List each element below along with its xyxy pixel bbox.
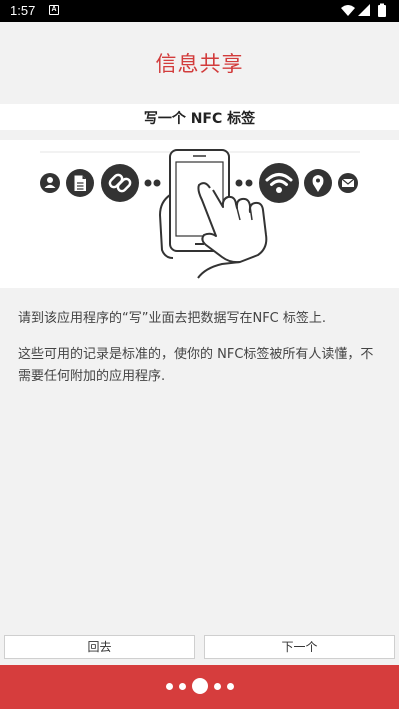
nfc-illustration	[0, 140, 399, 288]
status-bar: 1:57 A	[0, 0, 399, 22]
page-dot[interactable]	[165, 682, 173, 690]
wifi-icon	[259, 163, 299, 203]
phone-tap-icon	[158, 149, 268, 279]
page-dot[interactable]	[226, 682, 234, 690]
page-title: 信息共享	[155, 52, 244, 76]
document-icon	[66, 169, 94, 197]
link-icon	[101, 164, 139, 202]
person-icon	[40, 173, 60, 193]
battery-icon	[378, 5, 386, 17]
notification-icon: A	[49, 5, 59, 15]
content-area: 请到该应用程序的“写”业面去把数据写在NFC 标签上. 这些可用的记录是标准的，…	[0, 288, 399, 633]
info-paragraph: 这些可用的记录是标准的，使你的 NFC标签被所有人读懂，不需要任何附加的应用程序…	[18, 347, 374, 384]
wifi-icon	[341, 5, 355, 16]
page-dot-active[interactable]	[191, 678, 208, 694]
page-dot[interactable]	[213, 682, 221, 690]
page-dot[interactable]	[178, 682, 186, 690]
back-button[interactable]: 回去	[4, 635, 195, 659]
location-icon	[304, 169, 332, 197]
status-icons	[341, 3, 386, 17]
page-indicator	[0, 678, 399, 694]
mail-icon	[338, 173, 358, 193]
section-subtitle: 写一个 NFC 标签	[143, 111, 256, 127]
subtitle-bar: 写一个 NFC 标签	[0, 104, 399, 130]
pager-footer	[0, 665, 399, 709]
instruction-paragraph: 请到该应用程序的“写”业面去把数据写在NFC 标签上.	[18, 311, 327, 326]
status-time: 1:57	[10, 3, 36, 18]
next-button[interactable]: 下一个	[204, 635, 395, 659]
signal-icon	[358, 4, 370, 16]
header: 信息共享	[0, 22, 399, 104]
